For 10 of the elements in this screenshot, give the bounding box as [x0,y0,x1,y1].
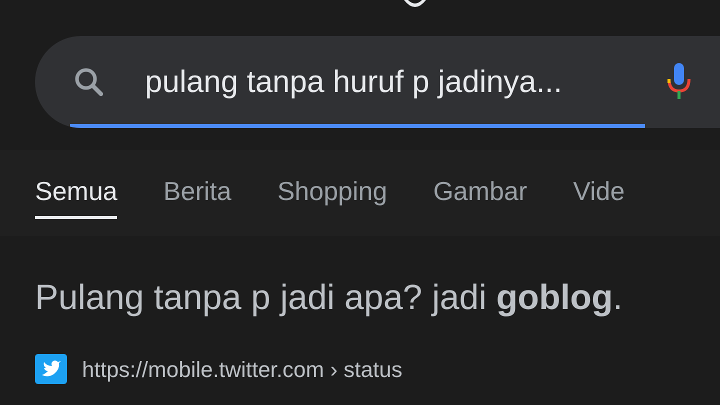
result-url: https://mobile.twitter.com › status [82,356,402,384]
tab[interactable]: Semua [35,167,118,219]
search-field[interactable]: pulang tanpa huruf p jadinya... [35,36,720,128]
tab[interactable]: Berita [163,167,232,219]
search-query: pulang tanpa huruf p jadinya... [145,62,564,101]
tab[interactable]: Vide [573,167,625,219]
bird-icon [35,354,67,384]
tab[interactable]: Gambar [433,167,528,219]
tab[interactable]: Shopping [277,167,388,219]
result-title[interactable]: Pulang tanpa p jadi apa? jadi goblog. [35,272,720,324]
